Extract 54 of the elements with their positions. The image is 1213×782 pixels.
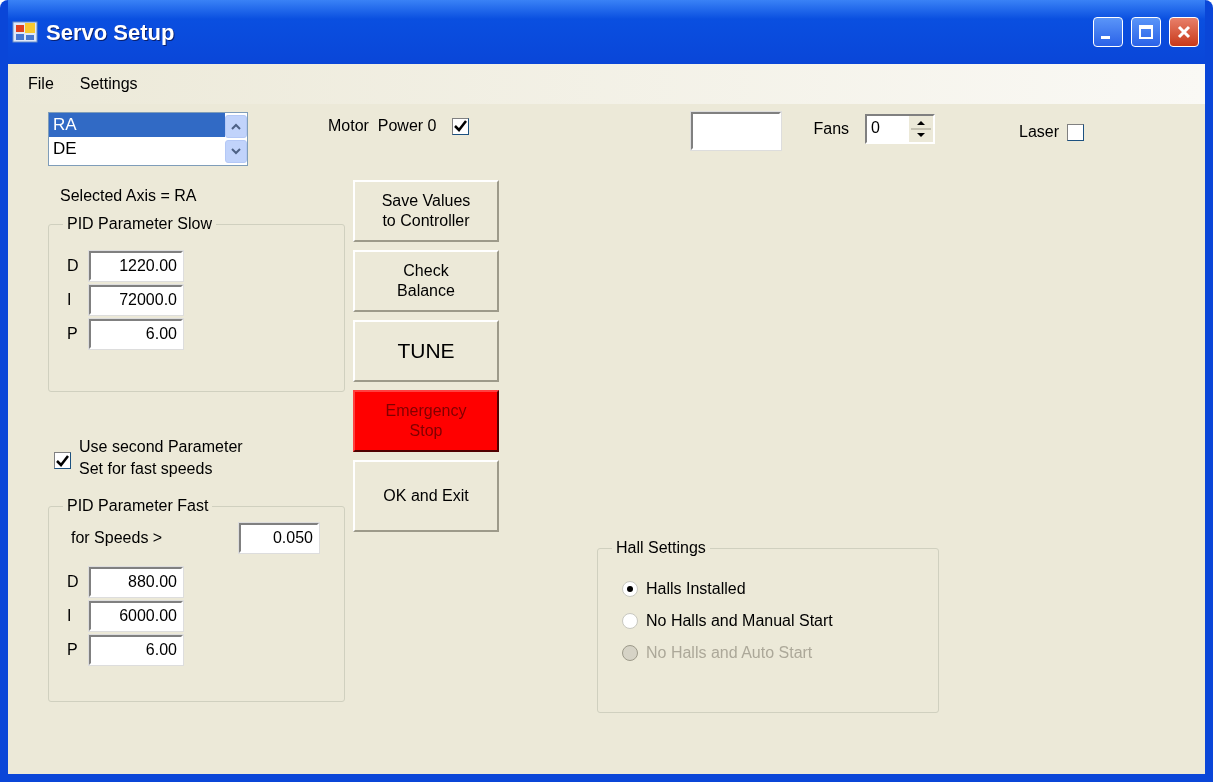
motor-power-checkbox[interactable]: [452, 117, 470, 135]
selected-axis-label: Selected Axis = RA: [59, 186, 198, 206]
action-button[interactable]: TUNE: [353, 320, 499, 382]
parameter-label: D: [66, 256, 80, 276]
action-button[interactable]: OK and Exit: [353, 460, 499, 532]
parameter-label: P: [66, 640, 79, 660]
fans-value: 0: [870, 118, 881, 138]
parameter-field[interactable]: 6000.00: [89, 601, 183, 631]
menu-item[interactable]: Settings: [69, 70, 148, 98]
parameter-label: P: [66, 324, 79, 344]
laser-label: Laser: [1019, 122, 1060, 142]
close-button[interactable]: [1169, 17, 1199, 47]
radio-label: No Halls and Auto Start: [646, 643, 813, 663]
input-field[interactable]: [691, 112, 782, 150]
radio-button[interactable]: [622, 613, 638, 629]
check-icon: [454, 120, 468, 132]
action-button[interactable]: Save Values to Controller: [353, 180, 499, 242]
action-button[interactable]: Check Balance: [353, 250, 499, 312]
spinner-arrows-icon: [909, 116, 934, 142]
radio-button[interactable]: [622, 581, 638, 597]
speed-label: for Speeds >: [71, 528, 164, 548]
close-icon: [1176, 24, 1192, 40]
groupbox-title: Hall Settings: [612, 538, 710, 558]
parameter-label: I: [66, 606, 73, 626]
menu-item[interactable]: File: [18, 70, 64, 98]
second-set-checkbox[interactable]: [54, 452, 71, 469]
minimize-button[interactable]: [1093, 17, 1123, 47]
fans-spinner[interactable]: 0: [865, 114, 936, 144]
scroll-up-button[interactable]: [225, 115, 247, 138]
parameter-label: I: [66, 290, 73, 310]
axis-listbox[interactable]: RA DE: [48, 112, 248, 166]
app-icon: [12, 19, 38, 45]
parameter-field[interactable]: 6.00: [89, 635, 183, 665]
parameter-label: D: [66, 572, 80, 592]
second-set-label: Use second Parameter Set for fast speeds: [79, 437, 243, 479]
window-title: Servo Setup: [46, 18, 176, 47]
maximize-button[interactable]: [1131, 17, 1161, 47]
scroll-down-button[interactable]: [225, 140, 247, 163]
speed-field[interactable]: 0.050: [239, 523, 319, 553]
maximize-icon: [1138, 24, 1154, 40]
list-item[interactable]: DE: [49, 137, 225, 161]
minimize-icon: [1100, 35, 1110, 39]
motor-power-label: Motor Power 0: [328, 116, 437, 136]
parameter-field[interactable]: 6.00: [89, 319, 183, 349]
parameter-field[interactable]: 1220.00: [89, 251, 183, 281]
laser-checkbox[interactable]: [1067, 123, 1085, 141]
parameter-field[interactable]: 72000.0: [89, 285, 183, 315]
check-icon: [56, 454, 69, 467]
fans-label: Fans: [813, 119, 850, 139]
list-item[interactable]: RA: [49, 113, 225, 137]
radio-dot-icon: [627, 586, 633, 592]
radio-label: Halls Installed: [646, 579, 746, 599]
radio-label: No Halls and Manual Start: [646, 611, 833, 631]
parameter-field[interactable]: 880.00: [89, 567, 183, 597]
